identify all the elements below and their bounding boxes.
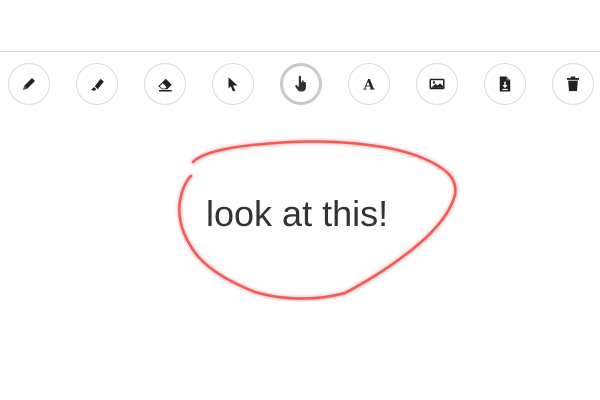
pen-tool-button[interactable] [8, 63, 50, 105]
download-tool-button[interactable] [484, 63, 526, 105]
trash-icon [564, 75, 582, 93]
delete-tool-button[interactable] [552, 63, 594, 105]
eraser-icon [156, 75, 174, 93]
highlighter-icon [88, 75, 106, 93]
image-icon [428, 75, 446, 93]
top-bar [0, 0, 600, 52]
drawing-toolbar: A [0, 63, 600, 109]
drawing-canvas[interactable]: look at this! [0, 115, 600, 400]
hand-pointer-icon [292, 75, 310, 93]
pointer-icon [224, 75, 242, 93]
text-icon: A [360, 75, 378, 93]
freehand-stroke [176, 139, 458, 301]
highlighter-tool-button[interactable] [76, 63, 118, 105]
download-file-icon [496, 75, 514, 93]
select-tool-button[interactable] [212, 63, 254, 105]
svg-text:A: A [362, 77, 375, 93]
hand-tool-button[interactable] [280, 63, 322, 105]
text-tool-button[interactable]: A [348, 63, 390, 105]
pen-icon [20, 75, 38, 93]
eraser-tool-button[interactable] [144, 63, 186, 105]
canvas-text-annotation[interactable]: look at this! [206, 193, 388, 235]
image-tool-button[interactable] [416, 63, 458, 105]
